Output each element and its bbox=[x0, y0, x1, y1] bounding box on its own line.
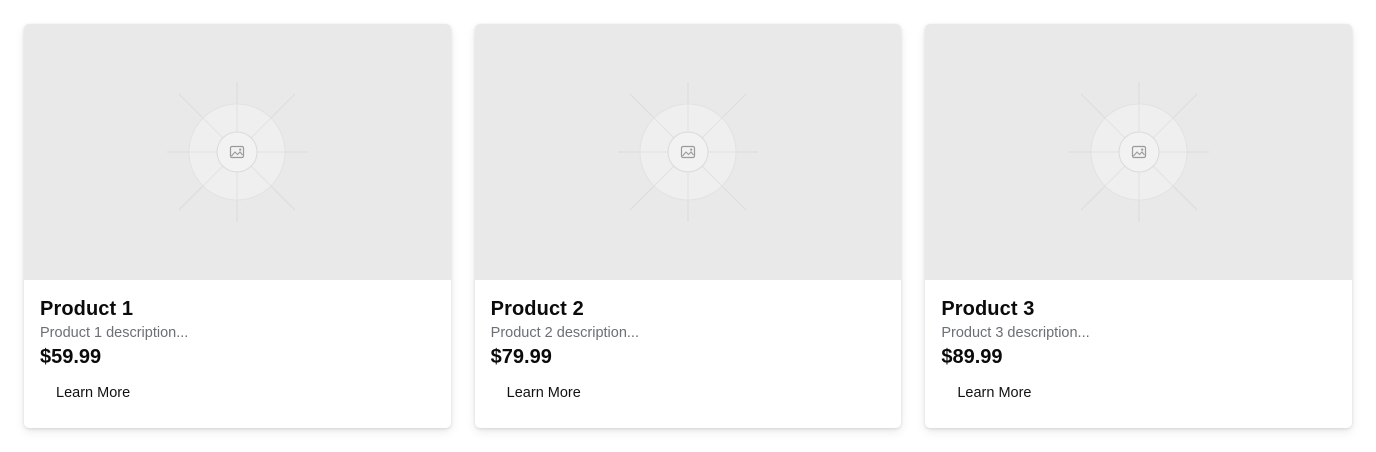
product-title: Product 3 bbox=[941, 298, 1035, 320]
product-image-placeholder bbox=[925, 24, 1353, 280]
product-description: Product 3 description... bbox=[941, 325, 1090, 341]
image-placeholder-icon bbox=[167, 82, 308, 222]
learn-more-button[interactable]: Learn More bbox=[40, 377, 146, 409]
product-title: Product 1 bbox=[40, 298, 134, 320]
product-title: Product 2 bbox=[490, 298, 584, 320]
product-price: $89.99 bbox=[941, 346, 1003, 368]
product-price: $79.99 bbox=[490, 346, 552, 368]
product-image-placeholder bbox=[24, 24, 451, 280]
product-card: Product 2 Product 2 description... $79.9… bbox=[474, 24, 902, 428]
product-image-placeholder bbox=[474, 24, 902, 280]
learn-more-button[interactable]: Learn More bbox=[491, 377, 597, 409]
product-price: $59.99 bbox=[40, 346, 102, 368]
image-placeholder-icon bbox=[1068, 82, 1209, 222]
learn-more-button[interactable]: Learn More bbox=[941, 377, 1047, 409]
product-card: Product 3 Product 3 description... $89.9… bbox=[925, 24, 1353, 428]
image-placeholder-icon bbox=[618, 82, 758, 222]
product-description: Product 2 description... bbox=[490, 325, 639, 341]
product-description: Product 1 description... bbox=[40, 325, 189, 341]
product-grid: Product 1 Product 1 description... $59.9… bbox=[24, 24, 1353, 428]
product-card: Product 1 Product 1 description... $59.9… bbox=[24, 24, 451, 428]
